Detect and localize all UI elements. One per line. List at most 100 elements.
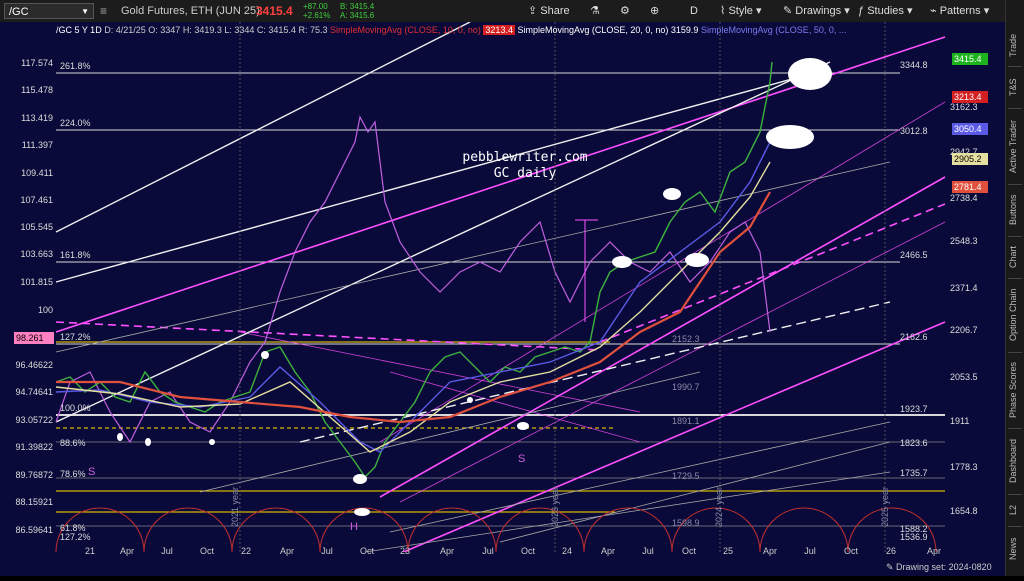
drawings-button[interactable]: ✎ Drawings ▾ [783, 2, 850, 20]
fib-label: 127.2% [60, 532, 91, 542]
flask-icon[interactable]: ⚗ [590, 2, 600, 20]
level-label: 1729.5 [672, 471, 700, 481]
badge-label: 3050.4 [954, 124, 982, 134]
pencil-icon: ✎ [886, 562, 897, 572]
header-sma20-value: 3159.9 [670, 25, 699, 35]
style-button[interactable]: ⌇ Style ▾ [720, 2, 761, 20]
x-tick: Apr [927, 546, 941, 556]
right-tick: 1911 [950, 416, 969, 426]
studies-button[interactable]: ƒ Studies ▾ [858, 2, 912, 20]
tab-time-sales[interactable]: T&S [1008, 72, 1023, 102]
cycle-label: 2021 year [230, 487, 240, 527]
bracket-marker [575, 219, 598, 322]
x-tick: Apr [120, 546, 134, 556]
x-tick: Jul [804, 546, 816, 556]
tab-divider [1008, 66, 1022, 67]
right-tick: 2466.5 [900, 250, 928, 260]
share-button[interactable]: ⇪ Share [528, 2, 570, 20]
studies-label: Studies [867, 5, 904, 17]
x-tick: 23 [400, 546, 410, 556]
header-sma10-value: 3213.4 [483, 25, 515, 35]
price-chart[interactable]: pebblewriter.com GC daily 261.8% 224.0% … [0, 21, 1005, 576]
patterns-button[interactable]: ⌁ Patterns ▾ [930, 2, 989, 20]
tab-dashboard[interactable]: Dashboard [1008, 434, 1023, 488]
left-tick: 100 [38, 305, 53, 315]
left-tick: 96.46622 [15, 360, 53, 370]
tab-active-trader[interactable]: Active Trader [1008, 114, 1023, 178]
header-sma20: SimpleMovingAvg (CLOSE, 20, 0, no) [517, 25, 669, 35]
watermark-line2: GC daily [494, 166, 557, 181]
last-price: 3415.4 [256, 4, 293, 18]
x-tick: Jul [161, 546, 173, 556]
cycle-label: 2025 year [880, 487, 890, 527]
level-label: 1891.1 [672, 416, 700, 426]
header-open: O: 3347 [148, 25, 181, 35]
right-tick: 1735.7 [900, 468, 928, 478]
left-tick: 93.05722 [15, 415, 53, 425]
tab-divider [1008, 236, 1022, 237]
channel-lines [55, 36, 946, 563]
right-tick: 1654.8 [950, 506, 978, 516]
info-icon[interactable]: ≡ [100, 0, 107, 22]
tab-divider [1008, 494, 1022, 495]
chart-area[interactable]: pebblewriter.com GC daily 261.8% 224.0% … [0, 21, 1005, 576]
tab-trade[interactable]: Trade [1008, 30, 1023, 60]
period-select[interactable]: D [690, 2, 698, 20]
level-label: 1598.9 [672, 518, 700, 528]
tab-divider [1008, 352, 1022, 353]
instrument-name: Gold Futures, ETH (JUN 25) [121, 5, 260, 17]
fib-label: 78.6% [60, 469, 86, 479]
left-tick: 111.397 [22, 140, 53, 150]
badge-label: 2781.4 [954, 182, 982, 192]
tab-news[interactable]: News [1008, 532, 1023, 566]
header-low: L: 3344 [224, 25, 255, 35]
left-tick: 86.59641 [15, 525, 53, 535]
watermark-line1: pebblewriter.com [462, 150, 587, 165]
tab-chart[interactable]: Chart [1008, 242, 1023, 272]
symbol-input[interactable]: /GC ▼ [4, 3, 94, 19]
header-range: R: 75.3 [298, 25, 328, 35]
left-tick: 101.815 [20, 277, 53, 287]
left-tick: 117.574 [21, 58, 53, 68]
level-label: 1990.7 [672, 382, 700, 392]
right-badges: 3415.4 3213.4 3050.4 2905.2 2781.4 [952, 53, 988, 193]
right-tick: 1923.7 [900, 404, 928, 414]
x-tick: Jul [482, 546, 494, 556]
price-change-pct: +2.61% [303, 11, 331, 20]
tab-buttons[interactable]: Buttons [1008, 190, 1023, 230]
chevron-down-icon[interactable]: ▼ [81, 4, 89, 20]
price-change: +87.00 [303, 2, 328, 11]
left-tick: 91.39822 [15, 442, 53, 452]
right-tick: 3012.8 [900, 126, 928, 136]
header-sma50: SimpleMovingAvg (CLOSE, 50, 0, ... [700, 25, 847, 35]
chart-header: /GC 5 Y 1D D: 4/21/25 O: 3347 H: 3419.3 … [56, 24, 846, 36]
left-tick: 105.545 [20, 222, 53, 232]
tab-phase-scores[interactable]: Phase Scores [1008, 358, 1023, 422]
left-price-badge-label: 98.261 [16, 333, 44, 343]
tab-option-chain[interactable]: Option Chain [1008, 284, 1023, 346]
x-tick: Apr [280, 546, 294, 556]
bid-price: B: 3415.4 [340, 2, 375, 11]
x-tick: Oct [521, 546, 536, 556]
style-label: Style [728, 5, 753, 17]
tab-divider [1008, 278, 1022, 279]
x-tick: Apr [763, 546, 777, 556]
ask-price: A: 3415.6 [340, 11, 375, 20]
tab-l2[interactable]: L2 [1008, 500, 1023, 520]
right-tick: 1823.6 [900, 438, 928, 448]
right-tick: 2548.3 [950, 236, 978, 246]
drawing-set-label[interactable]: ✎ Drawing set: 2024-0820 [886, 562, 992, 573]
right-tick: 2206.7 [950, 325, 978, 335]
badge-label: 3213.4 [954, 92, 982, 102]
plus-icon[interactable]: ⊕ [650, 2, 659, 20]
yellow-levels [56, 341, 945, 513]
gear-icon[interactable]: ⚙ [620, 2, 630, 20]
marker-h: H [350, 521, 358, 533]
x-tick: Oct [844, 546, 859, 556]
patterns-label: Patterns [939, 5, 981, 17]
tab-divider [1008, 526, 1022, 527]
left-tick: 115.478 [21, 85, 53, 95]
fib-label: 224.0% [60, 118, 91, 128]
level-label: 2152.3 [672, 334, 700, 344]
tab-divider [1008, 184, 1022, 185]
